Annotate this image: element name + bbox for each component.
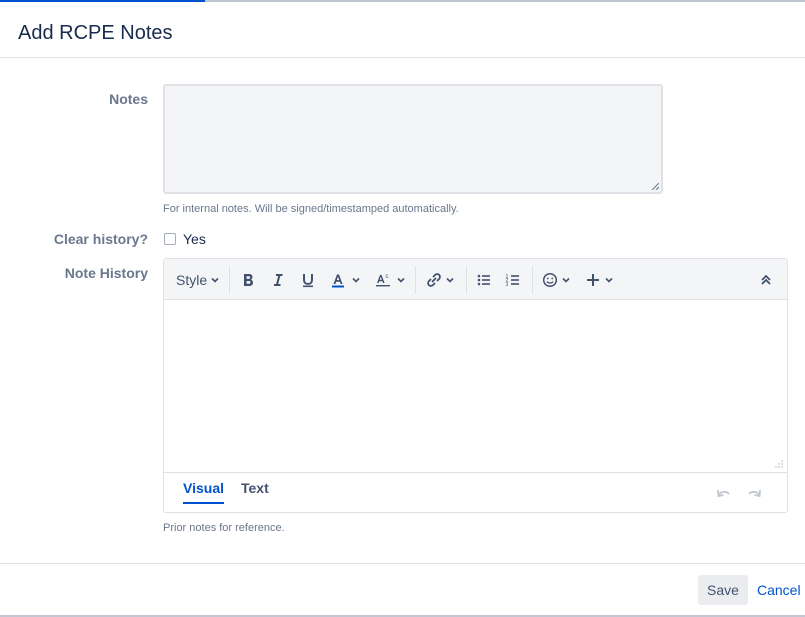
svg-text:c: c [386,274,389,280]
clear-history-label: Clear history? [53,231,148,247]
chevron-down-icon [211,277,219,283]
insert-dropdown[interactable] [585,269,614,291]
dialog-footer: Save Cancel [0,563,805,615]
link-dropdown[interactable] [426,269,455,291]
note-history-label: Note History [64,265,148,281]
note-history-help-text: Prior notes for reference. [163,522,285,534]
chevron-down-icon [352,277,360,283]
clear-history-checkbox[interactable] [164,233,176,245]
text-format-dropdown[interactable]: c [375,269,406,291]
editor-toolbar: Style c 123 [164,259,787,300]
notes-help-text: For internal notes. Will be signed/times… [163,203,459,215]
tab-visual[interactable]: Visual [183,480,224,504]
dialog-title: Add RCPE Notes [18,22,173,44]
toolbar-divider [532,266,533,294]
bold-button[interactable] [240,269,256,291]
notes-label: Notes [109,91,148,107]
resize-grip-icon[interactable] [775,460,783,468]
toolbar-divider [415,266,416,294]
chevron-down-icon [605,277,613,283]
rich-text-editor: Style c 123 Visual Text [163,258,788,513]
emoji-dropdown[interactable] [542,269,571,291]
numbered-list-icon: 123 [506,274,519,288]
insert-icon [587,274,599,286]
style-dropdown[interactable]: Style [176,269,220,291]
italic-button[interactable] [270,269,286,291]
svg-text:3: 3 [506,282,509,288]
tab-text[interactable]: Text [241,480,269,502]
redo-icon[interactable] [746,487,762,499]
resize-grip-icon[interactable] [651,182,659,190]
style-dropdown-label: Style [176,272,208,288]
emoji-icon [542,272,558,288]
bold-icon [244,274,253,286]
link-icon [427,273,441,287]
underline-button[interactable] [300,269,316,291]
text-color-dropdown[interactable] [330,269,361,291]
italic-icon [274,274,283,286]
toolbar-divider [229,266,230,294]
underline-icon [303,274,313,288]
chevron-down-icon [446,277,454,283]
cancel-link[interactable]: Cancel [757,582,801,598]
undo-icon[interactable] [716,487,732,499]
text-format-icon: c [376,274,390,287]
notes-textarea[interactable] [163,84,663,194]
save-button[interactable]: Save [698,575,748,605]
dialog-header: Add RCPE Notes [0,2,805,58]
double-chevron-up-icon [761,274,771,285]
chevron-down-icon [397,277,405,283]
collapse-toolbar-button[interactable] [760,269,772,291]
toolbar-divider [466,266,467,294]
bullet-list-button[interactable] [476,269,492,291]
text-color-icon [332,274,344,288]
numbered-list-button[interactable]: 123 [505,269,521,291]
chevron-down-icon [562,277,570,283]
editor-mode-tabs: Visual Text [164,472,787,512]
bullet-list-icon [477,274,490,286]
clear-history-option-label[interactable]: Yes [183,231,206,247]
note-history-content[interactable] [164,300,787,472]
